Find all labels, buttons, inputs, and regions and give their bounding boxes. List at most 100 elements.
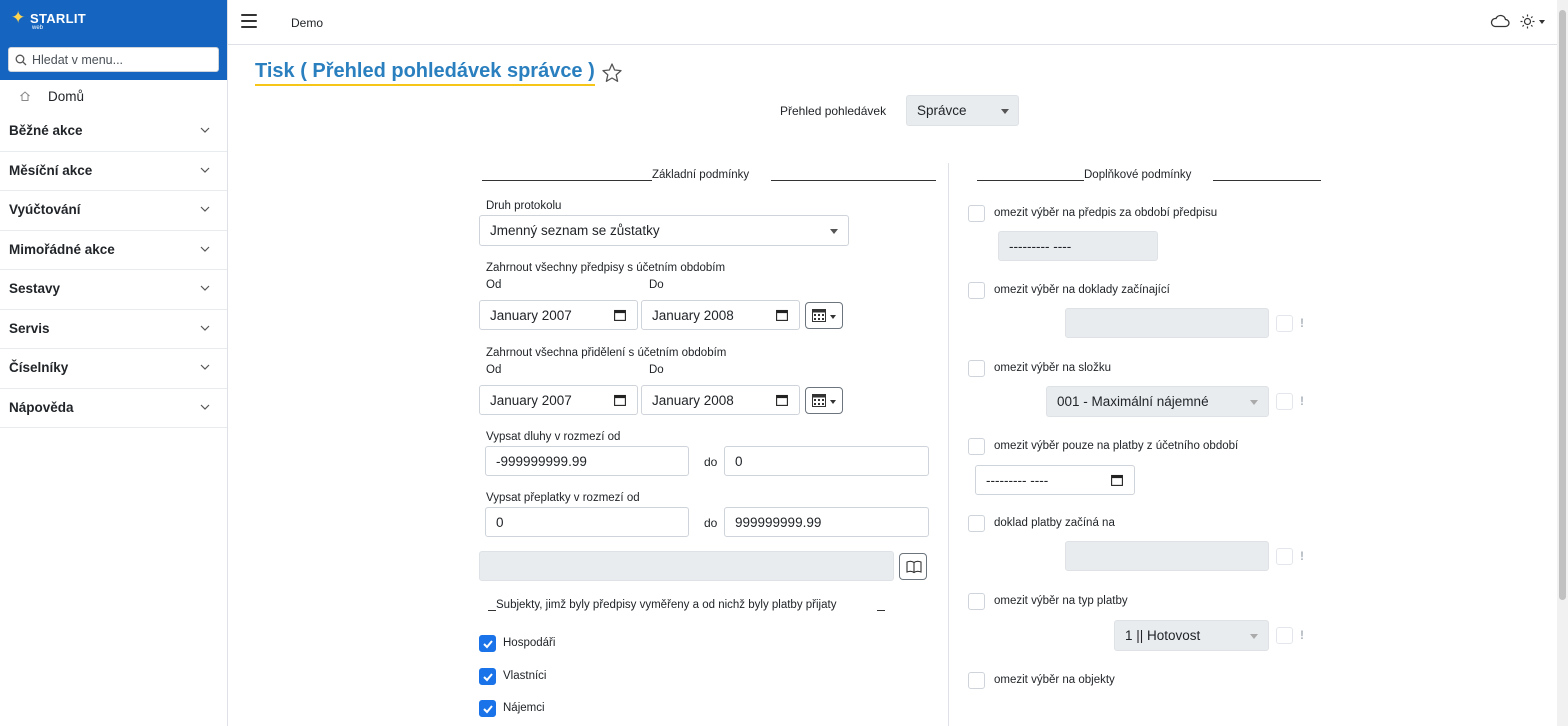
menu-search-input[interactable] <box>32 51 212 69</box>
chevron-down-icon <box>1001 109 1009 114</box>
selection-display-field[interactable] <box>479 551 894 581</box>
prescriptions-from-input[interactable]: January 2007 <box>479 300 638 330</box>
allocations-period-picker-button[interactable] <box>805 387 843 414</box>
legend-line <box>482 180 652 181</box>
allocations-period-label: Zahrnout všechna přidělení s účetním obd… <box>486 347 727 359</box>
cloud-icon[interactable] <box>1490 14 1510 28</box>
debts-from-input[interactable]: -999999999.99 <box>485 446 689 476</box>
paydoc-limit-label: doklad platby začíná na <box>994 517 1115 529</box>
calendar-icon[interactable] <box>614 394 626 406</box>
payments-period-input[interactable]: --------- ---- <box>975 465 1135 495</box>
open-book-button[interactable] <box>899 553 927 580</box>
chevron-down-icon <box>200 206 210 212</box>
chevron-down-icon <box>200 325 210 331</box>
docs-limit-label: omezit výběr na doklady začínající <box>994 284 1170 296</box>
debts-to-input[interactable]: 0 <box>724 446 929 476</box>
search-icon <box>15 54 27 66</box>
folder-negate-checkbox[interactable] <box>1276 393 1293 410</box>
paytype-negate-mark: ! <box>1300 628 1304 642</box>
protocol-select-value: Jmenný seznam se zůstatky <box>490 223 660 238</box>
paydoc-negate-mark: ! <box>1300 549 1304 563</box>
scrollbar-thumb[interactable] <box>1559 10 1566 600</box>
folder-limit-value: 001 - Maximální nájemné <box>1057 394 1209 409</box>
logo-star-icon: ✦ <box>11 8 26 27</box>
checkbox-hospodari[interactable] <box>479 635 496 652</box>
overpay-from-value: 0 <box>496 515 504 530</box>
check-icon <box>483 705 493 714</box>
home-icon <box>20 91 30 101</box>
sidebar-item-mesicni-akce[interactable]: Měsíční akce <box>0 152 227 191</box>
objects-limit-label: omezit výběr na objekty <box>994 674 1115 686</box>
menu-search-wrap <box>0 40 227 80</box>
prescriptions-to-label: Do <box>649 279 664 291</box>
dropdown-caret-icon <box>830 400 836 404</box>
sidebar: ✦ STARLIT web Domů Běžné akce Měsíční ak… <box>0 0 228 726</box>
checkbox-vlastnici[interactable] <box>479 668 496 685</box>
sun-icon[interactable] <box>1520 14 1535 29</box>
paytype-limit-label: omezit výběr na typ platby <box>994 595 1128 607</box>
checkbox-period-limit[interactable] <box>968 205 985 222</box>
sidebar-item-label: Domů <box>48 89 85 104</box>
sidebar-item-servis[interactable]: Servis <box>0 310 227 349</box>
calendar-icon[interactable] <box>776 309 788 321</box>
sidebar-item-napoveda[interactable]: Nápověda <box>0 389 227 428</box>
column-divider <box>948 163 949 726</box>
allocations-from-input[interactable]: January 2007 <box>479 385 638 415</box>
subject-label-hospodari: Hospodáři <box>503 637 556 649</box>
overpay-range-label: Vypsat přeplatky v rozmezí od <box>486 492 640 504</box>
sidebar-item-bezne-akce[interactable]: Běžné akce <box>0 112 227 152</box>
page-scrollbar[interactable] <box>1557 0 1568 726</box>
sidebar-item-home[interactable]: Domů <box>0 80 227 112</box>
sidebar-item-ciselniky[interactable]: Číselníky <box>0 349 227 389</box>
favorite-star-icon[interactable] <box>601 62 623 84</box>
chevron-down-icon <box>1250 634 1258 639</box>
folder-negate-mark: ! <box>1300 394 1304 408</box>
brand-logo[interactable]: ✦ STARLIT web <box>0 0 227 40</box>
protocol-select[interactable]: Jmenný seznam se zůstatky <box>479 215 849 246</box>
calendar-icon[interactable] <box>776 394 788 406</box>
prescriptions-from-value: January 2007 <box>490 308 572 323</box>
docs-limit-input <box>1065 308 1269 338</box>
legend-line <box>488 610 496 611</box>
checkbox-folder-limit[interactable] <box>968 360 985 377</box>
prescriptions-to-input[interactable]: January 2008 <box>641 300 800 330</box>
debts-from-value: -999999999.99 <box>496 454 587 469</box>
payments-limit-label: omezit výběr pouze na platby z účetního … <box>994 440 1239 452</box>
checkbox-payments-limit[interactable] <box>968 438 985 455</box>
checkbox-najemci[interactable] <box>479 700 496 717</box>
sidebar-item-label: Nápověda <box>9 399 74 415</box>
paydoc-negate-checkbox[interactable] <box>1276 548 1293 565</box>
basic-conditions-heading: Základní podmínky <box>652 169 750 181</box>
checkbox-objects-limit[interactable] <box>968 672 985 689</box>
overpay-to-input[interactable]: 999999999.99 <box>724 507 929 537</box>
overpay-to-label: do <box>704 516 718 530</box>
paytype-negate-checkbox[interactable] <box>1276 627 1293 644</box>
legend-line <box>977 180 1084 181</box>
sidebar-item-mimoradne-akce[interactable]: Mimořádné akce <box>0 231 227 270</box>
debts-range-label: Vypsat dluhy v rozmezí od <box>486 431 621 443</box>
prescriptions-period-picker-button[interactable] <box>805 302 843 329</box>
docs-negate-checkbox[interactable] <box>1276 315 1293 332</box>
checkbox-paytype-limit[interactable] <box>968 593 985 610</box>
hamburger-icon[interactable] <box>241 14 257 28</box>
allocations-from-label: Od <box>486 364 502 376</box>
allocations-from-value: January 2007 <box>490 393 572 408</box>
overpay-from-input[interactable]: 0 <box>485 507 689 537</box>
sidebar-item-vyuctovani[interactable]: Vyúčtování <box>0 191 227 231</box>
theme-caret-icon[interactable] <box>1539 20 1545 24</box>
allocations-to-input[interactable]: January 2008 <box>641 385 800 415</box>
prescriptions-to-value: January 2008 <box>652 308 734 323</box>
calendar-icon[interactable] <box>614 309 626 321</box>
sidebar-item-label: Běžné akce <box>9 123 83 138</box>
chevron-down-icon <box>200 404 210 410</box>
paydoc-limit-input <box>1065 541 1269 571</box>
overview-select[interactable]: Správce <box>906 95 1019 126</box>
checkbox-paydoc-limit[interactable] <box>968 515 985 532</box>
checkbox-docs-limit[interactable] <box>968 282 985 299</box>
calendar-icon[interactable] <box>1111 474 1123 486</box>
folder-limit-label: omezit výběr na složku <box>994 362 1111 374</box>
sidebar-item-sestavy[interactable]: Sestavy <box>0 270 227 310</box>
chevron-down-icon <box>200 127 210 133</box>
allocations-to-value: January 2008 <box>652 393 734 408</box>
chevron-down-icon <box>1250 400 1258 405</box>
